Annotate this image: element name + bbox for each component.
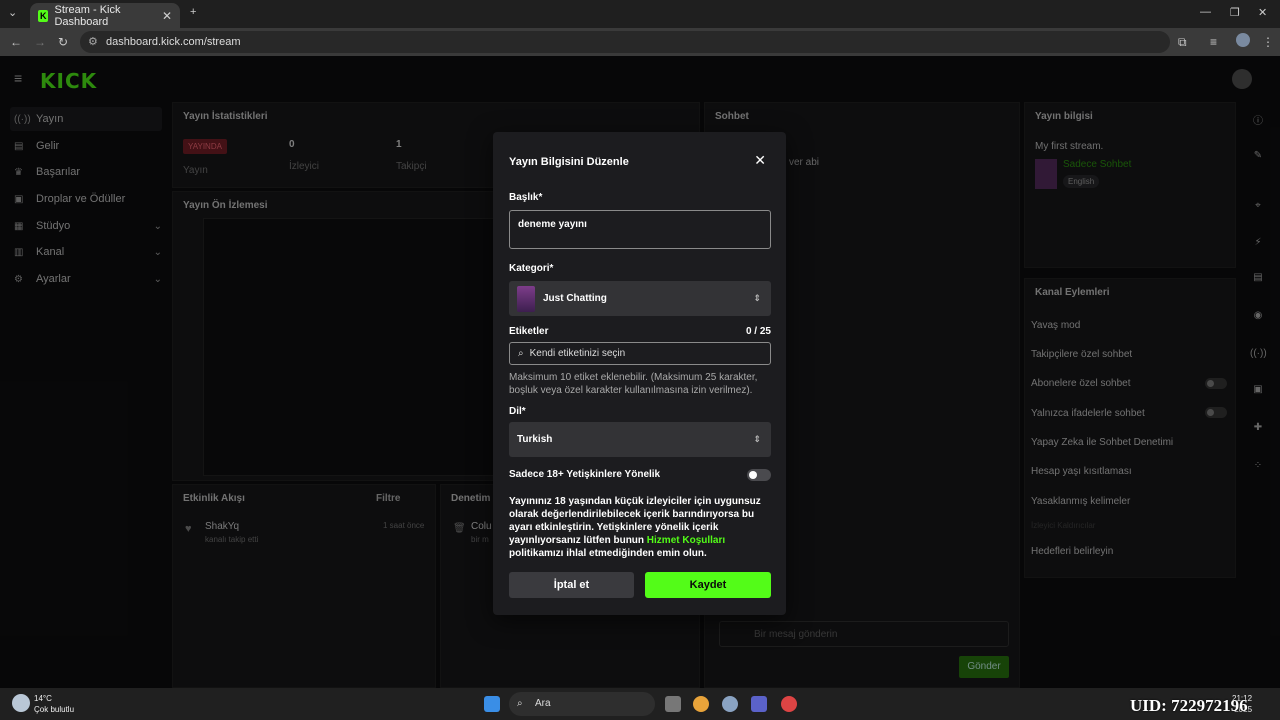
search-icon: ⌕ xyxy=(518,348,524,359)
windows-taskbar: 14°C Çok bulutlu ⌕ Ara 21:12 2025 xyxy=(0,688,1280,720)
category-thumbnail xyxy=(517,285,535,312)
terms-of-service-link[interactable]: Hizmet Koşulları xyxy=(647,535,725,546)
taskbar-search[interactable]: ⌕ Ara xyxy=(509,692,655,716)
browser-tab-bar: ⌄ K Stream - Kick Dashboard ✕ + — ❐ ✕ xyxy=(0,0,1280,28)
tags-label: Etiketler xyxy=(509,326,549,337)
title-label: Başlık* xyxy=(509,192,543,203)
app-icon[interactable] xyxy=(781,696,797,712)
teams-icon[interactable] xyxy=(751,696,767,712)
language-select[interactable]: Turkish ⇕ xyxy=(509,422,771,457)
back-icon[interactable]: ← xyxy=(10,35,22,49)
select-arrows-icon: ⇕ xyxy=(753,434,761,444)
language-value: Turkish xyxy=(517,434,553,445)
weather-icon[interactable] xyxy=(12,694,30,712)
address-bar-row: ← → ↻ ⚙ dashboard.kick.com/stream ⧉ ≡ ⋮ xyxy=(0,28,1280,56)
cancel-button[interactable]: İptal et xyxy=(509,572,634,598)
taskbar-search-label: Ara xyxy=(535,698,551,709)
window-close-icon[interactable]: ✕ xyxy=(1258,6,1267,19)
minimize-icon[interactable]: — xyxy=(1200,6,1211,18)
select-arrows-icon: ⇕ xyxy=(753,293,761,303)
kick-favicon-icon: K xyxy=(38,9,49,22)
settings-app-icon[interactable] xyxy=(722,696,738,712)
media-icon[interactable]: ≡ xyxy=(1210,35,1217,49)
adult-only-toggle[interactable] xyxy=(747,469,771,481)
tab-close-icon[interactable]: ✕ xyxy=(162,9,172,23)
language-label: Dil* xyxy=(509,406,526,417)
reload-icon[interactable]: ↻ xyxy=(58,35,68,49)
url-text: dashboard.kick.com/stream xyxy=(106,36,241,48)
url-field[interactable]: ⚙ dashboard.kick.com/stream xyxy=(80,31,1170,53)
task-view-icon[interactable] xyxy=(665,696,681,712)
adult-only-label: Sadece 18+ Yetişkinlere Yönelik xyxy=(509,469,661,480)
chrome-icon[interactable] xyxy=(693,696,709,712)
uid-overlay: UID: 722972196 xyxy=(1130,696,1248,715)
category-select[interactable]: Just Chatting ⇕ xyxy=(509,281,771,316)
extensions-icon[interactable]: ⧉ xyxy=(1178,35,1187,50)
weather-desc: Çok bulutlu xyxy=(34,705,75,714)
profile-avatar[interactable] xyxy=(1236,33,1250,47)
menu-icon[interactable]: ⋮ xyxy=(1262,35,1274,49)
tags-input[interactable] xyxy=(529,348,750,359)
category-label: Kategori* xyxy=(509,263,554,274)
search-icon: ⌕ xyxy=(517,698,523,709)
adult-only-description: Yayınınız 18 yaşından küçük izleyiciler … xyxy=(509,495,771,560)
browser-tab[interactable]: K Stream - Kick Dashboard ✕ xyxy=(30,3,180,28)
title-input[interactable]: deneme yayını xyxy=(509,210,771,249)
modal-title: Yayın Bilgisini Düzenle xyxy=(509,156,629,168)
maximize-icon[interactable]: ❐ xyxy=(1230,6,1240,19)
tab-search-icon[interactable]: ⌄ xyxy=(8,6,17,19)
windows-start-icon[interactable] xyxy=(484,696,500,712)
adult-desc-text-end: politikamızı ihlal etmediğinden emin olu… xyxy=(509,548,707,559)
close-icon[interactable]: ✕ xyxy=(754,152,766,169)
tags-help-text: Maksimum 10 etiket eklenebilir. (Maksimu… xyxy=(509,372,758,396)
tags-count: 0 / 25 xyxy=(745,326,771,337)
tags-input-wrapper[interactable]: ⌕ xyxy=(509,342,771,365)
new-tab-icon[interactable]: + xyxy=(190,6,196,18)
category-value: Just Chatting xyxy=(543,293,607,304)
tab-title: Stream - Kick Dashboard xyxy=(54,3,121,28)
save-button[interactable]: Kaydet xyxy=(645,572,771,598)
weather-temp: 14°C xyxy=(34,694,52,703)
site-info-icon[interactable]: ⚙ xyxy=(88,31,98,53)
weather-widget[interactable]: 14°C Çok bulutlu xyxy=(34,693,74,715)
forward-icon[interactable]: → xyxy=(34,35,46,49)
edit-stream-info-modal: Yayın Bilgisini Düzenle ✕ Başlık* deneme… xyxy=(493,132,786,615)
